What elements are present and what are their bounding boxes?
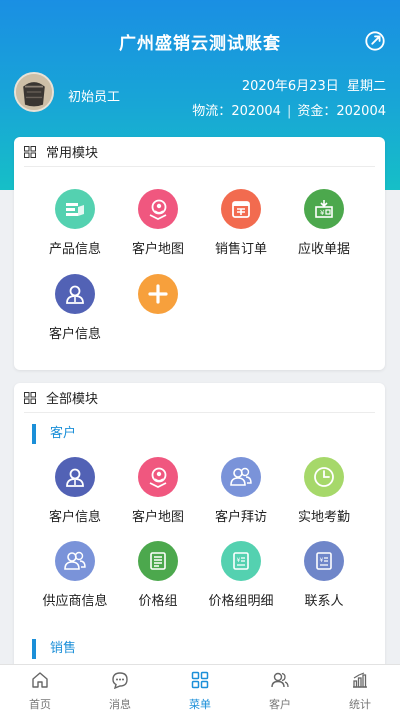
logistics-label: 物流： [192, 104, 232, 119]
weekday-text: 星期二 [346, 79, 386, 94]
module-label: 价格组明细 [208, 594, 274, 609]
module-label: 销售订单 [214, 242, 267, 257]
customer-info-icon [55, 457, 95, 497]
section-sales: 销售 [32, 639, 76, 659]
all-modules-title: 全部模块 [46, 392, 99, 407]
module-price-group[interactable]: 价格组 [113, 541, 203, 609]
module-customer-info[interactable]: 客户信息 [30, 457, 120, 525]
tab-label: 菜单 [189, 698, 211, 711]
svg-text:¥: ¥ [320, 209, 325, 217]
share-icon[interactable] [364, 30, 386, 52]
common-modules-title: 常用模块 [46, 146, 99, 161]
attendance-icon [304, 457, 344, 497]
customer-icon [271, 672, 289, 688]
period-display: 物流：202004 | 资金：202004 [192, 100, 386, 119]
module-contact[interactable]: ¥ 联系人 [279, 541, 369, 609]
tab-statistics[interactable]: 统计 [320, 665, 400, 711]
grid-icon [24, 145, 36, 158]
module-label: 实地考勤 [297, 510, 350, 525]
module-supplier-info[interactable]: 供应商信息 [30, 541, 120, 609]
module-label: 联系人 [304, 594, 344, 609]
date-display: 2020年6月23日 星期二 [242, 75, 386, 94]
receivable-icon: ¥ [304, 189, 344, 229]
tab-label: 客户 [269, 698, 291, 711]
price-group-icon [138, 541, 178, 581]
module-customer-info[interactable]: 客户信息 [30, 274, 120, 342]
svg-text:¥: ¥ [320, 557, 324, 564]
page-title: 广州盛销云测试账套 [119, 34, 281, 54]
bottom-tab-bar: 首页 消息 菜单 客户 统计 [0, 664, 400, 711]
common-modules-card: 常用模块 产品信息 客户地图 销售订单 ¥ 应收单据 客户信息 [14, 137, 385, 370]
contact-icon: ¥ [304, 541, 344, 581]
product-icon [55, 189, 95, 229]
tab-messages[interactable]: 消息 [80, 665, 160, 711]
module-product-info[interactable]: 产品信息 [30, 189, 120, 257]
module-sales-order[interactable]: 销售订单 [196, 189, 286, 257]
stats-icon [353, 672, 367, 688]
all-modules-card: 全部模块 客户 客户信息 客户地图 客户拜访 实地考勤 供应商信息 价格组 ¥ … [14, 383, 385, 683]
module-label: 产品信息 [48, 242, 101, 257]
module-label: 供应商信息 [42, 594, 108, 609]
section-customer: 客户 [32, 424, 76, 444]
tab-label: 首页 [29, 698, 51, 711]
customer-visit-icon [221, 457, 261, 497]
date-text: 2020年6月23日 [241, 79, 339, 94]
module-customer-visit[interactable]: 客户拜访 [196, 457, 286, 525]
common-modules-header: 常用模块 [24, 137, 375, 167]
module-label: 价格组 [138, 594, 178, 609]
supplier-icon [55, 541, 95, 581]
module-label: 客户地图 [131, 510, 184, 525]
tab-home[interactable]: 首页 [0, 665, 80, 711]
all-modules-header: 全部模块 [24, 383, 375, 413]
svg-text:¥: ¥ [237, 557, 241, 564]
period-separator: | [286, 104, 292, 119]
home-icon [32, 672, 48, 688]
tab-label: 消息 [109, 698, 131, 711]
module-receivable[interactable]: ¥ 应收单据 [279, 189, 369, 257]
module-label: 客户地图 [131, 242, 184, 257]
add-icon [138, 274, 178, 314]
module-customer-map[interactable]: 客户地图 [113, 189, 203, 257]
customer-map-icon [138, 189, 178, 229]
user-name: 初始员工 [68, 90, 121, 105]
module-label: 客户拜访 [214, 510, 267, 525]
funds-label: 资金： [297, 104, 337, 119]
module-label: 应收单据 [297, 242, 350, 257]
tab-menu[interactable]: 菜单 [160, 665, 240, 711]
funds-period: 202004 [336, 104, 386, 119]
logistics-period: 202004 [231, 104, 281, 119]
sales-order-icon [221, 189, 261, 229]
customer-info-icon [55, 274, 95, 314]
menu-icon [191, 671, 209, 689]
module-customer-map[interactable]: 客户地图 [113, 457, 203, 525]
module-label: 客户信息 [48, 510, 101, 525]
grid-icon [24, 391, 36, 404]
avatar[interactable] [14, 72, 54, 112]
module-price-detail[interactable]: ¥ 价格组明细 [196, 541, 286, 609]
tab-label: 统计 [349, 698, 371, 711]
module-label: 客户信息 [48, 327, 101, 342]
module-attendance[interactable]: 实地考勤 [279, 457, 369, 525]
customer-map-icon [138, 457, 178, 497]
price-detail-icon: ¥ [221, 541, 261, 581]
add-module-button[interactable] [113, 274, 203, 314]
tab-customers[interactable]: 客户 [240, 665, 320, 711]
message-icon [112, 672, 128, 690]
